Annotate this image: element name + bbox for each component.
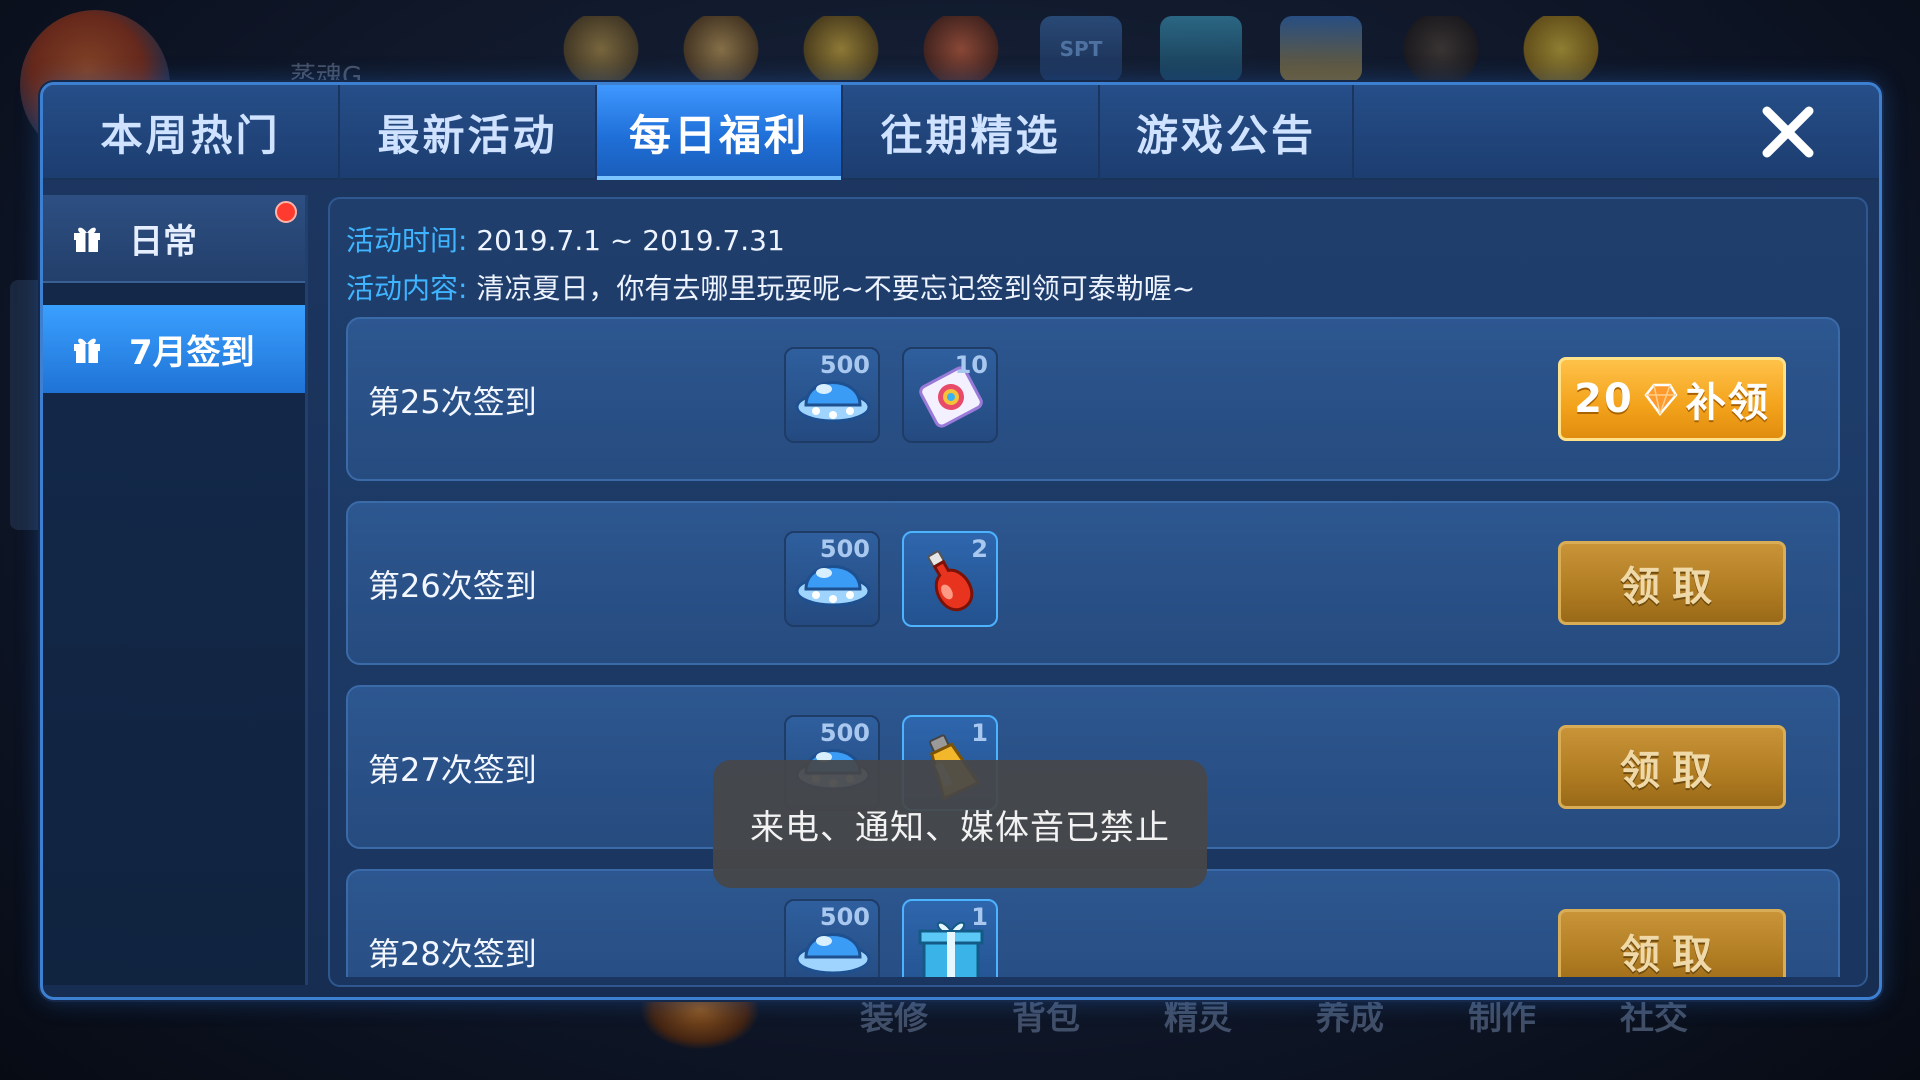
sidebar-item-label: 7月签到 [129,332,255,373]
activity-time-label: 活动时间: [346,224,468,257]
bear-icon [560,16,642,82]
makeup-cost: 20 [1574,376,1634,422]
flame-spirit-icon [680,16,762,82]
reward-item[interactable]: 500 [784,347,880,443]
sidebar-item-label: 日常 [129,221,197,262]
reward-item[interactable]: 500 [784,899,880,977]
notification-dot [275,201,297,223]
close-icon [1762,106,1814,158]
reward-item[interactable]: 1 [902,899,998,977]
checkin-row: 第25次签到 500 10 20 补领 [346,317,1840,481]
activity-time: 活动时间: 2019.7.1 ~ 2019.7.31 [346,219,785,259]
sidebar-item-daily[interactable]: 日常 [43,195,305,283]
gift-icon [74,227,100,252]
tab-past-selection[interactable]: 往期精选 [843,85,1100,180]
diamond-icon [1520,16,1602,82]
close-button[interactable] [1757,101,1819,163]
checkin-row-label: 第27次签到 [368,751,537,789]
reward-quantity: 1 [971,719,988,747]
tab-weekly-hot[interactable]: 本周热门 [43,85,340,180]
gift-icon [74,338,100,363]
activity-content: 活动内容: 清凉夏日，你有去哪里玩耍呢~不要忘记签到领可泰勒喔~ [346,267,1195,307]
system-toast: 来电、通知、媒体音已禁止 [713,760,1207,888]
reward-item[interactable]: 2 [902,531,998,627]
background-bottom-nav: 装修 背包 精灵 养成 制作 社交 [0,970,1920,1080]
reward-quantity: 500 [819,351,870,379]
reward-item[interactable]: 10 [902,347,998,443]
activity-content-value: 清凉夏日，你有去哪里玩耍呢~不要忘记签到领可泰勒喔~ [476,272,1196,305]
makeup-claim-button[interactable]: 20 补领 [1558,357,1786,441]
dark-creature-icon [1400,16,1482,82]
claim-button[interactable]: 领取 [1558,541,1786,625]
reward-quantity: 500 [819,903,870,931]
gift-chest-icon [1280,16,1362,82]
checkin-row-label: 第26次签到 [368,567,537,605]
tab-bar: 本周热门 最新活动 每日福利 往期精选 游戏公告 [43,85,1879,180]
checkin-row-label: 第28次签到 [368,935,537,973]
background-top-hud: 蒸魂G SPT [0,0,1920,160]
activity-time-value: 2019.7.1 ~ 2019.7.31 [476,224,785,257]
reward-quantity: 500 [819,535,870,563]
reward-quantity: 10 [954,351,988,379]
reward-quantity: 2 [971,535,988,563]
alert-board-icon [1160,16,1242,82]
reward-quantity: 500 [819,719,870,747]
sidebar-item-july-checkin[interactable]: 7月签到 [43,305,305,393]
reward-quantity: 1 [971,903,988,931]
tab-announcements[interactable]: 游戏公告 [1100,85,1354,180]
claim-button[interactable]: 领取 [1558,909,1786,977]
sidebar: 日常 7月签到 [43,195,308,985]
rooster-icon [920,16,1002,82]
checkin-row: 第26次签到 500 2 领取 [346,501,1840,665]
gem-icon [1644,383,1678,417]
tab-latest-events[interactable]: 最新活动 [340,85,597,180]
makeup-label: 补领 [1685,380,1770,426]
top-activity-icons: SPT [560,16,1602,82]
claim-button[interactable]: 领取 [1558,725,1786,809]
tab-daily-welfare[interactable]: 每日福利 [597,85,843,180]
reward-item[interactable]: 500 [784,531,880,627]
checkin-row-label: 第25次签到 [368,383,537,421]
spt-badge-icon: SPT [1040,16,1122,82]
activity-content-label: 活动内容: [346,272,468,305]
lightning-icon [800,16,882,82]
